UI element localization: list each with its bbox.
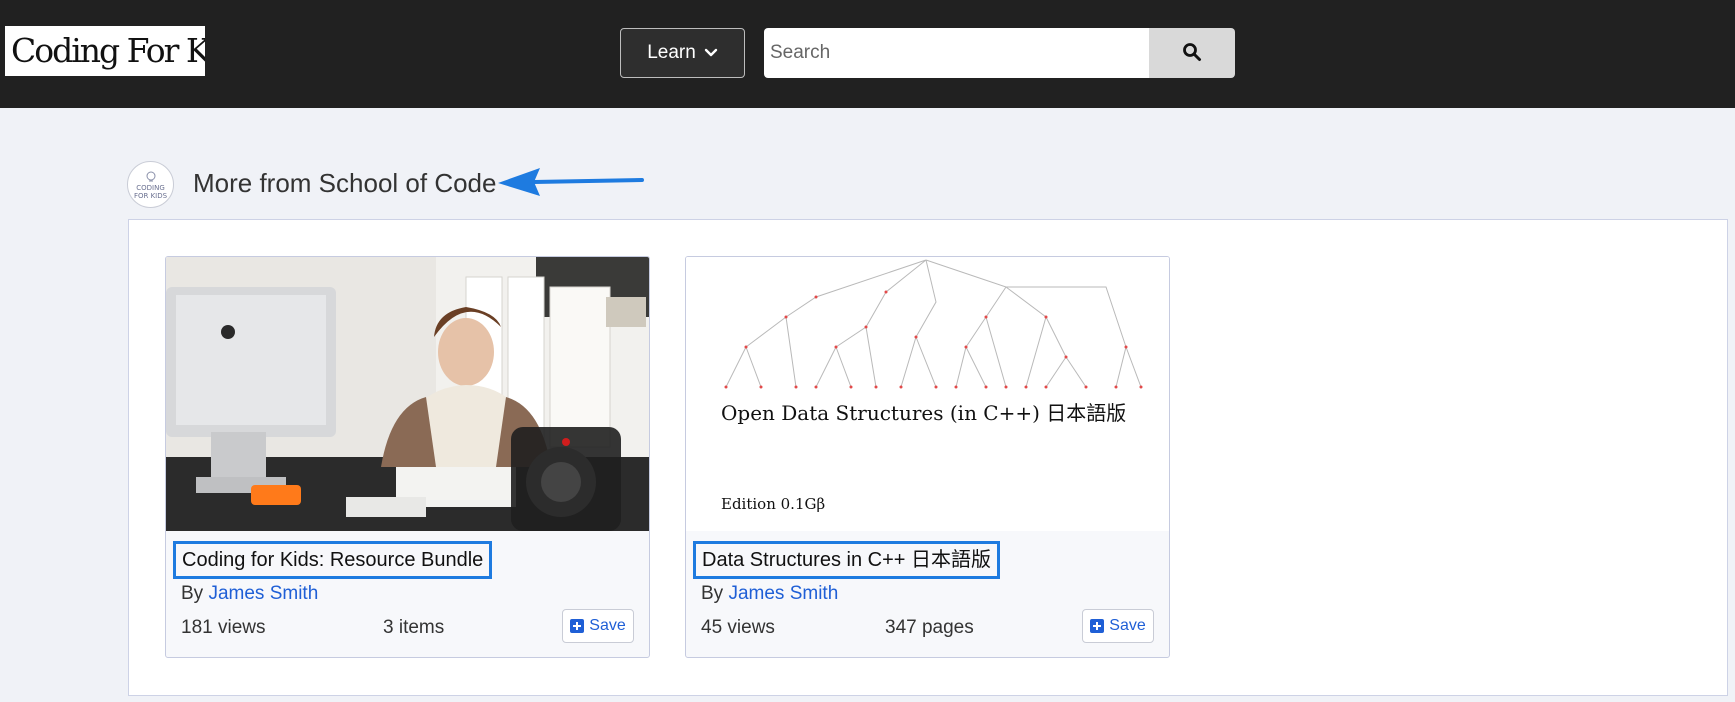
cover-edition: Edition 0.1Gβ: [721, 495, 826, 513]
search-icon: [1182, 42, 1202, 65]
avatar-text-line1: CODING: [136, 183, 165, 192]
lightbulb-icon: [144, 170, 158, 184]
top-navbar: Coding For Kids Learn: [0, 0, 1735, 108]
pages-count: 347 pages: [885, 617, 974, 638]
save-label: Save: [589, 617, 626, 634]
chevron-down-icon: [704, 46, 718, 60]
save-button[interactable]: Save: [1082, 609, 1154, 643]
card-author: By James Smith: [701, 583, 838, 605]
avatar-text-line2: FOR KIDS: [133, 191, 168, 200]
search-button[interactable]: [1149, 28, 1235, 78]
card-title[interactable]: Data Structures in C++ 日本語版: [693, 541, 1000, 579]
author-link[interactable]: James Smith: [208, 583, 318, 604]
author-link[interactable]: James Smith: [728, 583, 838, 604]
save-label: Save: [1109, 617, 1146, 634]
annotation-arrow-icon: [498, 168, 644, 196]
search-input[interactable]: [764, 28, 1149, 78]
learn-dropdown-button[interactable]: Learn: [620, 28, 745, 78]
school-avatar[interactable]: CODING FOR KIDS: [127, 161, 174, 208]
learn-label: Learn: [647, 42, 696, 63]
card-cover-image: Open Data Structures (in C++) 日本語版 Editi…: [686, 257, 1169, 531]
site-logo[interactable]: Coding For Kids: [5, 26, 205, 76]
card-author: By James Smith: [181, 583, 318, 605]
card-cover-photo: [166, 257, 649, 531]
by-label: By: [181, 583, 204, 604]
plus-square-icon: [1090, 619, 1105, 633]
section-title: More from School of Code: [193, 168, 497, 198]
resource-card[interactable]: Coding for Kids: Resource Bundle By Jame…: [165, 256, 650, 658]
search-bar: [764, 28, 1235, 78]
by-label: By: [701, 583, 724, 604]
save-button[interactable]: Save: [562, 609, 634, 643]
card-title[interactable]: Coding for Kids: Resource Bundle: [173, 541, 493, 579]
views-count: 181 views: [181, 617, 266, 638]
views-count: 45 views: [701, 617, 775, 638]
items-count: 3 items: [383, 617, 445, 638]
resource-card[interactable]: Open Data Structures (in C++) 日本語版 Editi…: [685, 256, 1170, 658]
plus-square-icon: [570, 619, 585, 633]
cover-title: Open Data Structures (in C++) 日本語版: [721, 401, 1127, 425]
